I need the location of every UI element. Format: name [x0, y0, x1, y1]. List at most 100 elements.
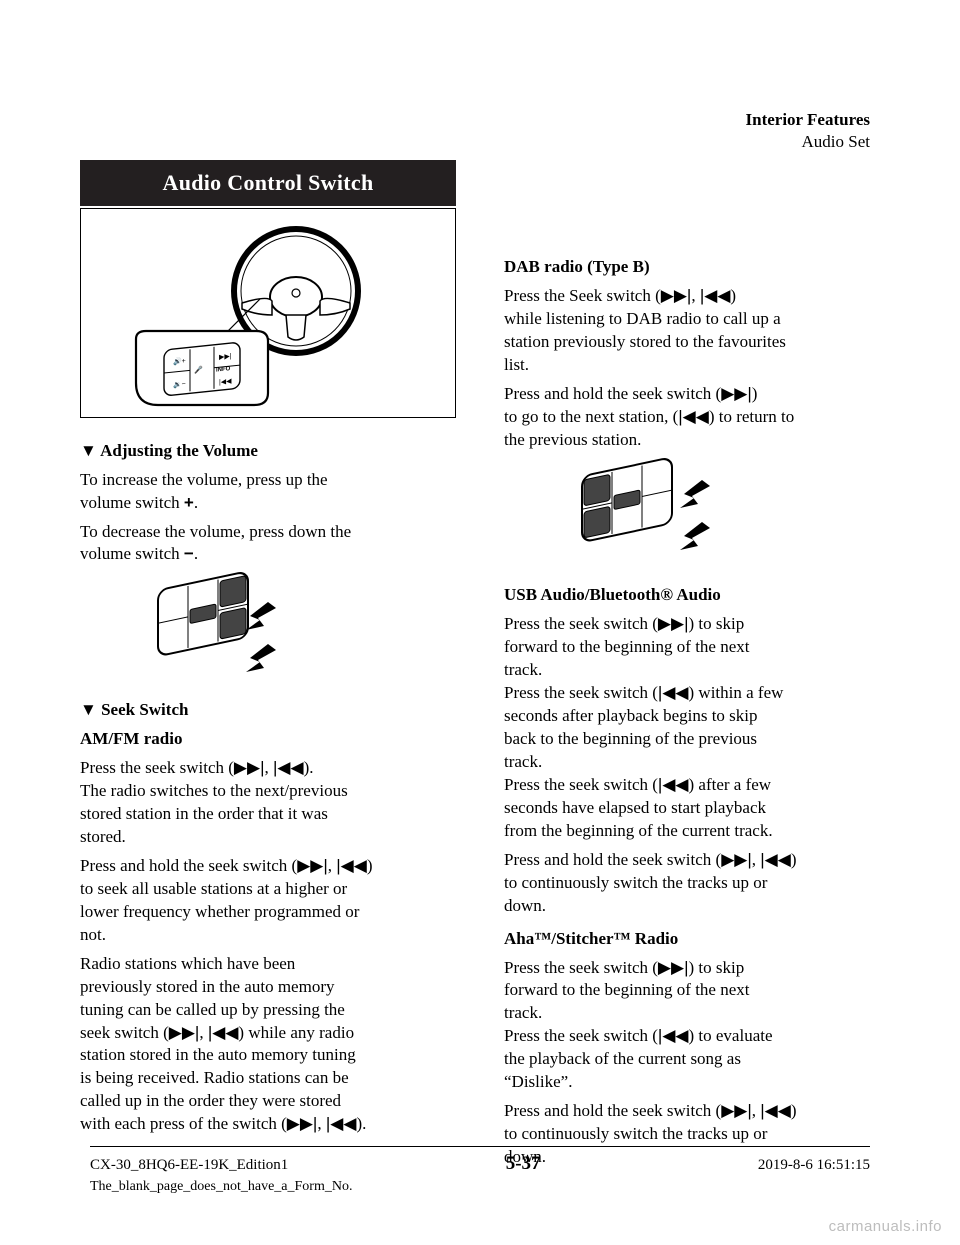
- fast-forward-icon: ▶▶|: [658, 614, 689, 633]
- footer-document-id: The_blank_page_does_not_have_a_Form_No.: [90, 1179, 352, 1195]
- text: Press and hold the seek switch (: [504, 1101, 721, 1120]
- text: the previous station.: [504, 430, 641, 449]
- footer-divider: [90, 1146, 870, 1147]
- text: ): [752, 384, 758, 403]
- text: with each press of the switch (: [80, 1114, 287, 1133]
- text: lower frequency whether programmed or: [80, 902, 359, 921]
- fast-forward-icon: ▶▶|: [169, 1023, 200, 1042]
- button-pad-icon: [574, 458, 724, 568]
- fast-forward-icon: ▶▶|: [287, 1114, 318, 1133]
- running-header-section: Audio Set: [746, 132, 870, 152]
- text: is being received. Radio stations can be: [80, 1068, 349, 1087]
- running-header: Interior Features Audio Set: [746, 110, 870, 152]
- seek-heading: ▼ Seek Switch: [80, 699, 456, 722]
- rewind-icon: |◀◀: [658, 683, 689, 702]
- left-column: Audio Control Switch: [80, 160, 456, 1175]
- svg-text:|◀◀: |◀◀: [219, 378, 232, 386]
- text: Press the seek switch (: [504, 1026, 658, 1045]
- text: to continuously switch the tracks up or: [504, 1124, 767, 1143]
- amfm-heading: AM/FM radio: [80, 728, 456, 751]
- text: not.: [80, 925, 106, 944]
- text: forward to the beginning of the next: [504, 637, 750, 656]
- text: list.: [504, 355, 529, 374]
- rewind-icon: |◀◀: [326, 1114, 357, 1133]
- text: Press the Seek switch (: [504, 286, 661, 305]
- text: to seek all usable stations at a higher …: [80, 879, 347, 898]
- running-header-chapter: Interior Features: [746, 110, 870, 130]
- text: ) after a few: [689, 775, 772, 794]
- text: .: [194, 544, 198, 563]
- text: tuning can be called up by pressing the: [80, 1000, 345, 1019]
- text: Press and hold the seek switch (: [80, 856, 297, 875]
- text: The radio switches to the next/previous: [80, 781, 348, 800]
- volume-switch-illustration: [150, 572, 456, 689]
- text: volume switch: [80, 493, 184, 512]
- text: stored station in the order that it was: [80, 804, 328, 823]
- footer-date: 2019-8-6 16:51:15: [758, 1157, 870, 1174]
- fast-forward-icon: ▶▶|: [297, 856, 328, 875]
- text: previously stored in the auto memory: [80, 977, 334, 996]
- text: “Dislike”.: [504, 1072, 572, 1091]
- text: ) within a few: [689, 683, 784, 702]
- text: Press the seek switch (: [504, 683, 658, 702]
- rewind-icon: |◀◀: [336, 856, 367, 875]
- arrow-icon: [680, 480, 710, 508]
- button-pad-icon: [150, 572, 300, 682]
- rewind-icon: |◀◀: [700, 286, 731, 305]
- svg-text:▶▶|: ▶▶|: [219, 353, 232, 361]
- text: track.: [504, 660, 542, 679]
- usb-text: Press the seek switch (▶▶|) to skip forw…: [504, 613, 880, 842]
- volume-heading-text: Adjusting the Volume: [100, 441, 258, 460]
- svg-text:🔉−: 🔉−: [173, 379, 186, 388]
- rewind-icon: |◀◀: [273, 758, 304, 777]
- text: ) while any radio: [238, 1023, 354, 1042]
- volume-up-text: To increase the volume, press up the vol…: [80, 469, 456, 515]
- two-column-layout: Audio Control Switch: [80, 160, 880, 1175]
- text: To decrease the volume, press down the: [80, 522, 351, 541]
- rewind-icon: |◀◀: [658, 1026, 689, 1045]
- amfm-press-text: Press the seek switch (▶▶|, |◀◀). The ra…: [80, 757, 456, 849]
- plus-icon: +: [184, 493, 194, 512]
- text: Press the seek switch (: [504, 614, 658, 633]
- fast-forward-icon: ▶▶|: [658, 958, 689, 977]
- seek-switch-illustration: [574, 458, 880, 575]
- text: ): [367, 856, 373, 875]
- text: to continuously switch the tracks up or: [504, 873, 767, 892]
- text: seconds after playback begins to skip: [504, 706, 758, 725]
- text: Press the seek switch (: [80, 758, 234, 777]
- text: track.: [504, 752, 542, 771]
- rewind-icon: |◀◀: [208, 1023, 239, 1042]
- fast-forward-icon: ▶▶|: [234, 758, 265, 777]
- text: while listening to DAB radio to call up …: [504, 309, 781, 328]
- text: forward to the beginning of the next: [504, 980, 750, 999]
- right-column: DAB radio (Type B) Press the Seek switch…: [504, 160, 880, 1175]
- manual-page: Interior Features Audio Set Audio Contro…: [0, 0, 960, 1245]
- rewind-icon: |◀◀: [760, 1101, 791, 1120]
- footer-line: CX-30_8HQ6-EE-19K_Edition1 5-37 2019-8-6…: [0, 1153, 960, 1175]
- steering-wheel-illustration: 🔊+ 🔉− 🎤 ▶▶| INFO |◀◀: [80, 208, 456, 418]
- text: ): [791, 850, 797, 869]
- text: seek switch (: [80, 1023, 169, 1042]
- page-footer: CX-30_8HQ6-EE-19K_Edition1 5-37 2019-8-6…: [0, 1146, 960, 1175]
- fast-forward-icon: ▶▶|: [721, 384, 752, 403]
- text: down.: [504, 896, 546, 915]
- text: ) to return to: [709, 407, 794, 426]
- text: ): [791, 1101, 797, 1120]
- aha-text: Press the seek switch (▶▶|) to skip forw…: [504, 957, 880, 1095]
- fast-forward-icon: ▶▶|: [721, 1101, 752, 1120]
- text: back to the beginning of the previous: [504, 729, 757, 748]
- text: ).: [304, 758, 314, 777]
- volume-heading: ▼ Adjusting the Volume: [80, 440, 456, 463]
- arrow-icon: [680, 522, 710, 550]
- fast-forward-icon: ▶▶|: [661, 286, 692, 305]
- text: from the beginning of the current track.: [504, 821, 773, 840]
- aha-heading: Aha™/Stitcher™ Radio: [504, 928, 880, 951]
- text: ) to skip: [689, 958, 745, 977]
- text: Press the seek switch (: [504, 958, 658, 977]
- text: To increase the volume, press up the: [80, 470, 328, 489]
- arrow-icon: [246, 644, 276, 672]
- rewind-icon: |◀◀: [658, 775, 689, 794]
- text: ,: [265, 758, 274, 777]
- rewind-icon: |◀◀: [760, 850, 791, 869]
- dab-press-text: Press the Seek switch (▶▶|, |◀◀) while l…: [504, 285, 880, 377]
